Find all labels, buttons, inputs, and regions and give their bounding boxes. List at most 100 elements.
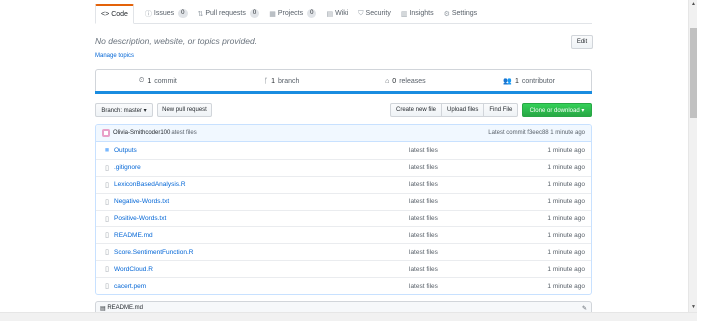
find-file-button[interactable]: Find File <box>483 103 519 117</box>
commit-message-link[interactable]: latest files <box>409 164 519 171</box>
avatar[interactable] <box>102 129 110 137</box>
gear-icon: ⚙ <box>443 10 450 18</box>
commit-message[interactable]: atest files <box>171 130 196 136</box>
scroll-up-icon[interactable]: ▲ <box>689 0 698 9</box>
branches-link[interactable]: ᚴ 1 branch <box>220 70 344 92</box>
commit-message-link[interactable]: latest files <box>409 147 519 154</box>
code-icon: <> <box>101 11 110 18</box>
branches-count: 1 <box>271 77 275 85</box>
table-row: ▯ .gitignore latest files 1 minute ago <box>96 158 591 176</box>
commit-message-link[interactable]: latest files <box>409 266 519 273</box>
commit-age: 1 minute ago <box>547 265 585 273</box>
clone-download-button[interactable]: Clone or download ▾ <box>522 103 592 117</box>
tab-projects[interactable]: ▦ Projects 0 <box>264 4 321 23</box>
contributors-link[interactable]: 👥 1 contributor <box>467 70 591 92</box>
tag-icon: ⌂ <box>385 77 390 85</box>
commit-message-link[interactable]: latest files <box>409 198 519 205</box>
tab-label: Pull requests <box>205 10 246 17</box>
commit-age: 1 minute ago <box>547 282 585 290</box>
releases-link[interactable]: ⌂ 0 releases <box>344 70 468 92</box>
branch-select-button[interactable]: Branch: master ▾ <box>95 103 153 117</box>
commit-message-link[interactable]: latest files <box>409 249 519 256</box>
issues-counter: 0 <box>178 9 188 18</box>
table-row: ▯ Score.SentimentFunction.R latest files 1 … <box>96 243 591 260</box>
language-bar[interactable] <box>95 91 592 94</box>
shield-icon: ⛉ <box>358 9 364 17</box>
table-row: ▯ Negative-Words.txt latest files 1 minute … <box>96 192 591 210</box>
file-name-link[interactable]: WordCloud.R <box>114 266 409 273</box>
file-name-link[interactable]: README.md <box>114 232 409 239</box>
tab-security[interactable]: ⛉ Security <box>353 4 396 23</box>
file-name-link[interactable]: Negative-Words.txt <box>114 198 409 205</box>
commits-label: commit <box>154 77 177 85</box>
file-name-link[interactable]: Positive-Words.txt <box>114 215 409 222</box>
file-name-link[interactable]: Score.SentimentFunction.R <box>114 249 409 256</box>
commit-message-link[interactable]: latest files <box>409 232 519 239</box>
people-icon: 👥 <box>503 78 512 85</box>
tab-label: Wiki <box>335 10 349 17</box>
repository-page: <> Code ⓘ Issues 0 ⇅ Pull requests 0 ▦ P… <box>0 0 727 328</box>
commit-age: 1 minute ago <box>547 198 585 206</box>
tab-label: Projects <box>277 10 304 17</box>
repo-tabs: <> Code ⓘ Issues 0 ⇅ Pull requests 0 ▦ P… <box>95 4 592 24</box>
edit-description-button[interactable]: Edit <box>571 35 593 49</box>
file-name-link[interactable]: .gitignore <box>114 164 409 171</box>
repo-summary: ⏲ 1 commit ᚴ 1 branch ⌂ 0 releases 👥 1 c… <box>95 69 592 92</box>
commit-author[interactable]: Olivia-Smithcoder100 <box>113 130 170 136</box>
upload-files-button[interactable]: Upload files <box>441 103 485 117</box>
contributors-label: contributor <box>521 77 555 85</box>
file-table: Olivia-Smithcoder100 atest files Latest … <box>95 124 592 296</box>
file-icon: ▯ <box>105 198 109 206</box>
pencil-icon[interactable]: ✎ <box>582 305 587 312</box>
pull-request-icon: ⇅ <box>197 10 204 18</box>
scroll-down-icon[interactable]: ▼ <box>689 303 698 312</box>
tab-label: Code <box>111 11 128 18</box>
horizontal-scrollbar[interactable] <box>0 312 697 321</box>
file-icon: ▯ <box>105 215 109 223</box>
vertical-scrollbar[interactable]: ▲ ▼ <box>688 0 697 312</box>
latest-commit-info[interactable]: Latest commit f3eec88 1 minute ago <box>488 130 585 136</box>
commit-age: 1 minute ago <box>547 164 585 172</box>
history-icon: ⏲ <box>138 77 145 84</box>
new-pull-request-button[interactable]: New pull request <box>157 103 212 117</box>
book-icon: ▤ <box>326 10 334 18</box>
commit-age: 1 minute ago <box>547 231 585 239</box>
readme-title: README.md <box>107 305 144 311</box>
graph-icon: ▥ <box>400 10 408 18</box>
repo-description: No description, website, or topics provi… <box>95 36 258 46</box>
table-row: ▯ cacert.pem latest files 1 minute ago <box>96 277 591 294</box>
latest-commit-bar: Olivia-Smithcoder100 atest files Latest … <box>96 125 591 142</box>
releases-label: releases <box>399 77 426 85</box>
contributors-count: 1 <box>514 77 519 85</box>
file-icon: ▯ <box>105 164 109 172</box>
file-name-link[interactable]: cacert.pem <box>114 283 409 290</box>
file-icon: ▯ <box>105 181 109 189</box>
commit-age: 1 minute ago <box>547 146 585 154</box>
tab-issues[interactable]: ⓘ Issues 0 <box>140 4 193 23</box>
commits-count: 1 <box>147 77 152 85</box>
table-row: ▯ WordCloud.R latest files 1 minute ago <box>96 260 591 277</box>
commit-message-link[interactable]: latest files <box>409 283 519 290</box>
manage-topics-link[interactable]: Manage topics <box>95 53 134 59</box>
file-icon: ▯ <box>105 266 109 274</box>
create-new-file-button[interactable]: Create new file <box>390 103 443 117</box>
commits-link[interactable]: ⏲ 1 commit <box>96 70 220 92</box>
table-row: ▯ LexiconBasedAnalysis.R latest files 1 min… <box>96 175 591 193</box>
tab-insights[interactable]: ▥ Insights <box>396 4 439 23</box>
scrollbar-thumb[interactable] <box>690 28 697 118</box>
tab-pull-requests[interactable]: ⇅ Pull requests 0 <box>193 4 265 23</box>
file-icon: ▯ <box>105 249 109 257</box>
issue-icon: ⓘ <box>144 10 152 18</box>
file-actions-group: Create new file Upload files Find File <box>390 103 519 117</box>
table-row: ■ Outputs latest files 1 minute ago <box>96 142 591 159</box>
tab-code[interactable]: <> Code <box>95 4 134 24</box>
commit-message-link[interactable]: latest files <box>409 181 519 188</box>
file-name-link[interactable]: Outputs <box>114 147 409 154</box>
releases-count: 0 <box>392 77 397 85</box>
table-row: ▯ Positive-Words.txt latest files 1 minute … <box>96 209 591 227</box>
commit-message-link[interactable]: latest files <box>409 215 519 222</box>
tab-wiki[interactable]: ▤ Wiki <box>321 4 353 23</box>
file-icon: ▯ <box>105 283 109 291</box>
tab-settings[interactable]: ⚙ Settings <box>439 4 483 23</box>
file-name-link[interactable]: LexiconBasedAnalysis.R <box>114 181 409 188</box>
